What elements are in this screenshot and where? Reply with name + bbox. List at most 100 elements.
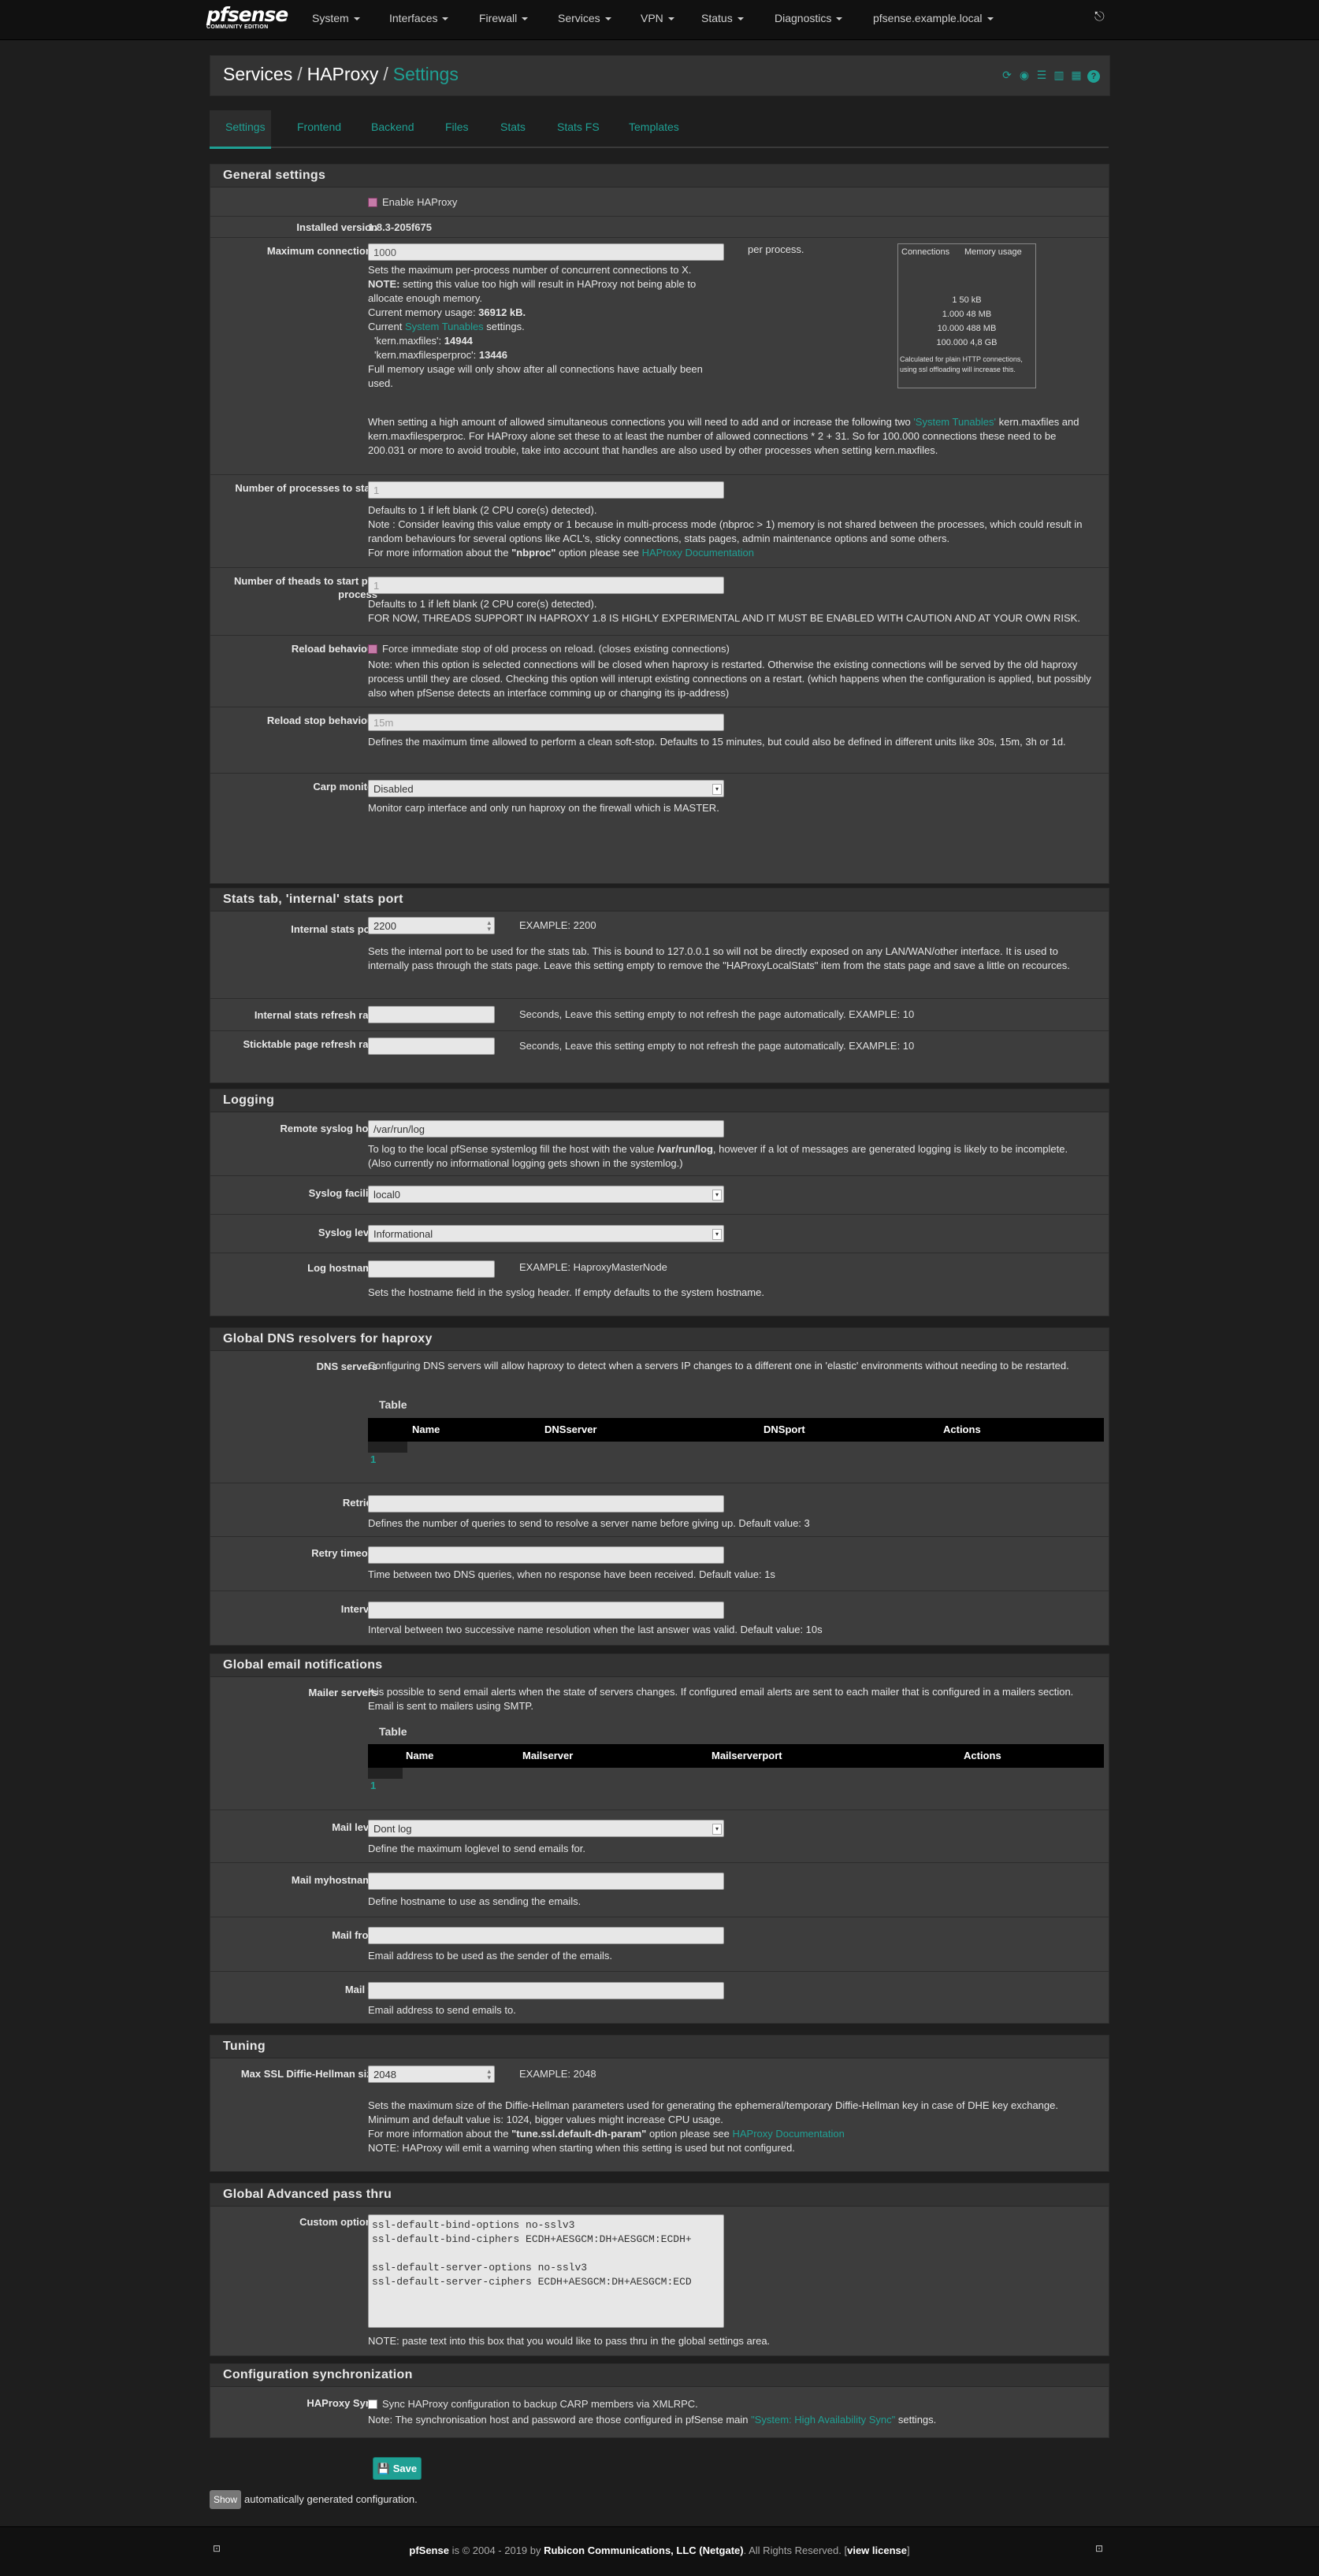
mail-myhostname-input[interactable] — [368, 1873, 724, 1890]
ha-sync-link[interactable]: "System: High Availability Sync" — [751, 2414, 895, 2426]
spinner-icon: ▴ ▾ — [487, 919, 491, 933]
label: Syslog level — [318, 1227, 377, 1238]
interval-help: Interval between two successive name res… — [368, 1624, 823, 1635]
dh-help: Sets the maximum size of the Diffie-Hell… — [368, 2099, 1058, 2154]
log-hostname-input[interactable] — [368, 1260, 495, 1278]
label: Retries — [342, 1497, 377, 1509]
interval-input[interactable] — [368, 1602, 724, 1619]
tab-backend[interactable]: Backend — [371, 121, 414, 133]
tab-stats-fs[interactable]: Stats FS — [557, 121, 600, 133]
haproxy-doc-link[interactable]: HAProxy Documentation — [642, 547, 754, 559]
row-interval: Interval Interval between two successive… — [210, 1591, 1109, 1643]
save-button[interactable]: 💾 Save — [373, 2457, 422, 2480]
row-dns-servers: DNS servers Configuring DNS servers will… — [210, 1351, 1109, 1483]
panel-title: General settings — [223, 169, 326, 182]
refresh-rate-input[interactable] — [368, 1006, 495, 1023]
reload-stop-help: Defines the maximum time allowed to perf… — [368, 736, 1066, 748]
play-circle-icon[interactable]: ◉ — [1018, 69, 1031, 81]
caret-down-icon — [667, 17, 674, 21]
row-reload-stop: Reload stop behaviour 15m Defines the ma… — [210, 707, 1109, 774]
row-sticktable-refresh: Sticktable page refresh rate Seconds, Le… — [210, 1031, 1109, 1069]
panel-email-notifications: Global email notifications Mailer server… — [210, 1654, 1109, 2024]
table-row-empty — [368, 1768, 403, 1779]
row-mailer-servers: Mailer servers It is possible to send em… — [210, 1677, 1109, 1810]
footer-right-icon[interactable]: ⊡ — [1095, 2543, 1103, 2554]
crumb-settings[interactable]: Settings — [393, 64, 459, 84]
pfsense-logo[interactable]: pfsense COMMUNITY EDITION — [206, 4, 288, 35]
mail-level-help: Define the maximum loglevel to send emai… — [368, 1843, 586, 1854]
checkbox[interactable] — [368, 2399, 377, 2409]
syslog-level-select[interactable]: Informational ▾ — [368, 1225, 724, 1242]
mail-to-input[interactable] — [368, 1982, 724, 1999]
label: Syslog facility — [308, 1187, 377, 1199]
tab-frontend[interactable]: Frontend — [297, 121, 341, 133]
menu-hostname[interactable]: pfsense.example.local — [873, 12, 994, 24]
system-tunables-link[interactable]: System Tunables — [405, 321, 484, 332]
carp-monitor-select[interactable]: Disabled ▾ — [368, 780, 724, 797]
nbproc-input[interactable]: 1 — [368, 481, 724, 499]
menu-services[interactable]: Services — [558, 12, 611, 24]
tab-stats[interactable]: Stats — [500, 121, 526, 133]
crumb-services[interactable]: Services — [223, 64, 292, 84]
menu-interfaces[interactable]: Interfaces — [389, 12, 449, 24]
retries-input[interactable] — [368, 1495, 724, 1513]
menu-diagnostics[interactable]: Diagnostics — [775, 12, 843, 24]
table-icon[interactable]: ▦ — [1070, 69, 1083, 81]
caret-down-icon — [737, 17, 744, 21]
label: Internal stats refresh rate — [254, 1009, 377, 1021]
threads-input[interactable]: 1 — [368, 577, 724, 594]
label: Maximum connections — [266, 245, 377, 257]
haproxy-doc-link[interactable]: HAProxy Documentation — [732, 2128, 844, 2140]
show-button[interactable]: Show — [210, 2490, 241, 2509]
sliders-icon[interactable]: ☰ — [1035, 69, 1048, 81]
hostname-help: Sets the hostname field in the syslog he… — [368, 1286, 764, 1298]
menu-vpn[interactable]: VPN — [641, 12, 674, 24]
sticktable-refresh-input[interactable] — [368, 1037, 495, 1055]
menu-system[interactable]: System — [312, 12, 360, 24]
retry-timeout-input[interactable] — [368, 1546, 724, 1564]
checkbox[interactable] — [368, 197, 377, 207]
bar-chart-icon[interactable]: ▥ — [1053, 69, 1065, 81]
dh-size-input[interactable]: 2048 ▴ ▾ — [368, 2066, 495, 2083]
label: Carp monitor — [313, 781, 377, 792]
mail-from-input[interactable] — [368, 1927, 724, 1944]
force-stop-checkbox[interactable]: Force immediate stop of old process on r… — [368, 642, 1093, 656]
memory-note: Calculated for plain HTTP connections, u… — [900, 355, 1023, 373]
label: Max SSL Diffie-Hellman size — [240, 2068, 377, 2080]
row-carp-monitor: Carp monitor Disabled ▾ Monitor carp inte… — [210, 774, 1109, 821]
col-mailserverport: Mailserverport — [712, 1750, 782, 1761]
footer-text: pfSense is © 2004 - 2019 by Rubicon Comm… — [409, 2544, 910, 2556]
row-syslog-level: Syslog level Informational ▾ — [210, 1215, 1109, 1253]
stats-port-help: Sets the internal port to be used for th… — [368, 945, 1070, 971]
row-threads: Number of theads to start per process 1 … — [210, 568, 1109, 636]
help-icon[interactable]: ? — [1087, 70, 1100, 83]
crumb-haproxy[interactable]: HAProxy — [307, 64, 379, 84]
sync-note: Note: The synchronisation host and passw… — [368, 2414, 937, 2426]
enable-haproxy-checkbox[interactable]: Enable HAProxy — [368, 195, 1093, 210]
reload-stop-input[interactable]: 15m — [368, 714, 724, 731]
custom-options-textarea[interactable]: ssl-default-bind-options no-sslv3 ssl-def… — [368, 2214, 724, 2328]
dns-servers-help: Configuring DNS servers will allow hapro… — [368, 1360, 1069, 1372]
panel-title: Global Advanced pass thru — [223, 2188, 392, 2201]
checkbox[interactable] — [368, 644, 377, 654]
syslog-facility-select[interactable]: local0 ▾ — [368, 1186, 724, 1203]
chevron-down-icon: ▾ — [712, 1824, 722, 1835]
mail-level-select[interactable]: Dont log ▾ — [368, 1820, 724, 1837]
max-connections-input[interactable]: 1000 — [368, 243, 724, 261]
panel-stats: Stats tab, 'internal' stats port Interna… — [210, 888, 1109, 1083]
tab-files[interactable]: Files — [445, 121, 469, 133]
menu-status[interactable]: Status — [701, 12, 744, 24]
row-mail-myhostname: Mail myhostname Define hostname to use a… — [210, 1863, 1109, 1917]
custom-options-note: NOTE: paste text into this box that you … — [368, 2335, 771, 2347]
view-license-link[interactable]: view license — [847, 2544, 907, 2556]
tunables-link[interactable]: 'System Tunables' — [913, 416, 996, 428]
menu-firewall[interactable]: Firewall — [479, 12, 529, 24]
tab-templates[interactable]: Templates — [629, 121, 679, 133]
tab-settings[interactable]: Settings — [225, 121, 266, 133]
stats-port-input[interactable]: 2200 ▴ ▾ — [368, 917, 495, 934]
logout-icon[interactable]: ⎋ — [1094, 10, 1105, 24]
syslog-host-input[interactable]: /var/run/log — [368, 1120, 724, 1138]
caret-down-icon — [604, 17, 611, 21]
sync-checkbox[interactable]: Sync HAProxy configuration to backup CAR… — [368, 2397, 1093, 2411]
reload-icon[interactable]: ⟳ — [1001, 69, 1013, 81]
